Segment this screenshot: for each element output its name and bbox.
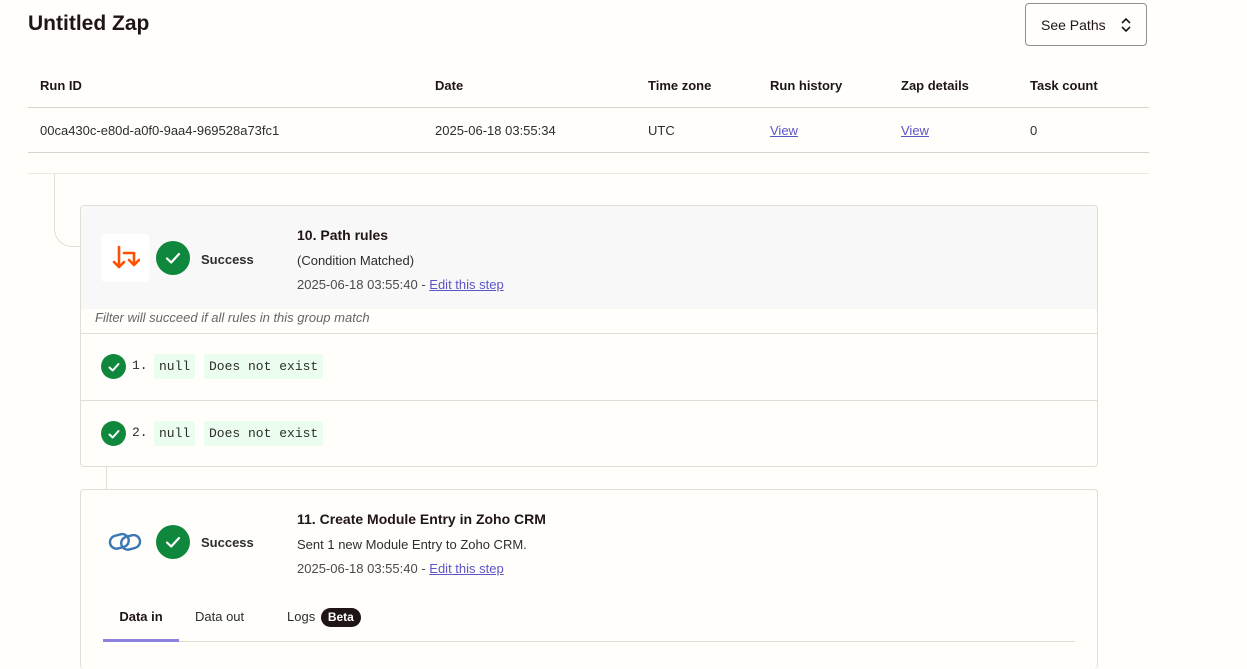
filter-note: Filter will succeed if all rules in this… (95, 310, 370, 325)
success-check-icon (101, 421, 126, 446)
zap-details-view-link[interactable]: View (901, 123, 929, 138)
list-item: 2. null Does not exist (81, 400, 1097, 467)
tab-data-in[interactable]: Data in (103, 598, 179, 642)
tree-connector (54, 174, 83, 247)
step-timestamp: 2025-06-18 03:55:40 (297, 561, 418, 576)
date-cell: 2025-06-18 03:55:34 (423, 107, 636, 153)
step-tabs: Data in Data out Logs Beta (103, 598, 1075, 642)
success-check-icon (156, 241, 190, 275)
tree-connector (106, 467, 107, 489)
edit-step-link[interactable]: Edit this step (429, 561, 503, 576)
step-title: 10. Path rules (297, 227, 389, 243)
run-id-cell: 00ca430c-e80d-a0f0-9aa4-969528a73fc1 (28, 107, 423, 153)
path-arrows-icon (101, 234, 149, 282)
time-separator: - (417, 277, 430, 292)
list-item: 1. null Does not exist (81, 333, 1097, 400)
rule-condition-chip: Does not exist (204, 354, 324, 379)
runs-table: Run ID Date Time zone Run history Zap de… (28, 64, 1149, 153)
zap-details-cell: View (889, 107, 1018, 153)
header-run-id: Run ID (28, 64, 423, 108)
time-separator: - (417, 561, 430, 576)
status-badge: Success (201, 535, 254, 550)
beta-badge: Beta (320, 608, 361, 627)
rule-condition-chip: Does not exist (204, 421, 324, 446)
rule-field-chip: null (154, 421, 196, 446)
task-count-cell: 0 (1018, 107, 1149, 153)
step-timestamp: 2025-06-18 03:55:40 (297, 277, 418, 292)
header-date: Date (423, 64, 636, 108)
page-title: Untitled Zap (28, 12, 150, 35)
success-check-icon (156, 525, 190, 559)
edit-step-link[interactable]: Edit this step (429, 277, 503, 292)
header-task-count: Task count (1018, 64, 1149, 108)
run-history-view-link[interactable]: View (770, 123, 798, 138)
header-run-history: Run history (758, 64, 889, 108)
header-zap-details: Zap details (889, 64, 1018, 108)
table-row: 00ca430c-e80d-a0f0-9aa4-969528a73fc1 202… (28, 107, 1149, 153)
success-check-icon (101, 354, 126, 379)
tab-logs-label: Logs (287, 609, 316, 624)
rule-number: 2. (132, 425, 148, 440)
step-card-path-rules: Success 10. Path rules (Condition Matche… (80, 205, 1098, 467)
divider (28, 173, 1149, 174)
tab-logs[interactable]: Logs Beta (287, 598, 361, 639)
step-title: 11. Create Module Entry in Zoho CRM (297, 511, 546, 527)
run-history-cell: View (758, 107, 889, 153)
see-paths-label: See Paths (1041, 16, 1106, 33)
step-subtitle: (Condition Matched) (297, 253, 415, 268)
step-subtitle: Sent 1 new Module Entry to Zoho CRM. (297, 537, 527, 552)
step-timestamp-line: 2025-06-18 03:55:40 - Edit this step (297, 277, 504, 292)
step-card-zoho-crm: Success 11. Create Module Entry in Zoho … (80, 489, 1098, 669)
rule-field-chip: null (154, 354, 196, 379)
chevron-up-down-icon (1121, 17, 1131, 33)
tab-data-out[interactable]: Data out (195, 598, 244, 639)
rule-number: 1. (132, 358, 148, 373)
table-header-row: Run ID Date Time zone Run history Zap de… (28, 64, 1149, 108)
status-badge: Success (201, 252, 254, 267)
step-timestamp-line: 2025-06-18 03:55:40 - Edit this step (297, 561, 504, 576)
zoho-crm-icon (101, 518, 149, 566)
see-paths-button[interactable]: See Paths (1025, 3, 1147, 46)
header-time-zone: Time zone (636, 64, 758, 108)
time-zone-cell: UTC (636, 107, 758, 153)
